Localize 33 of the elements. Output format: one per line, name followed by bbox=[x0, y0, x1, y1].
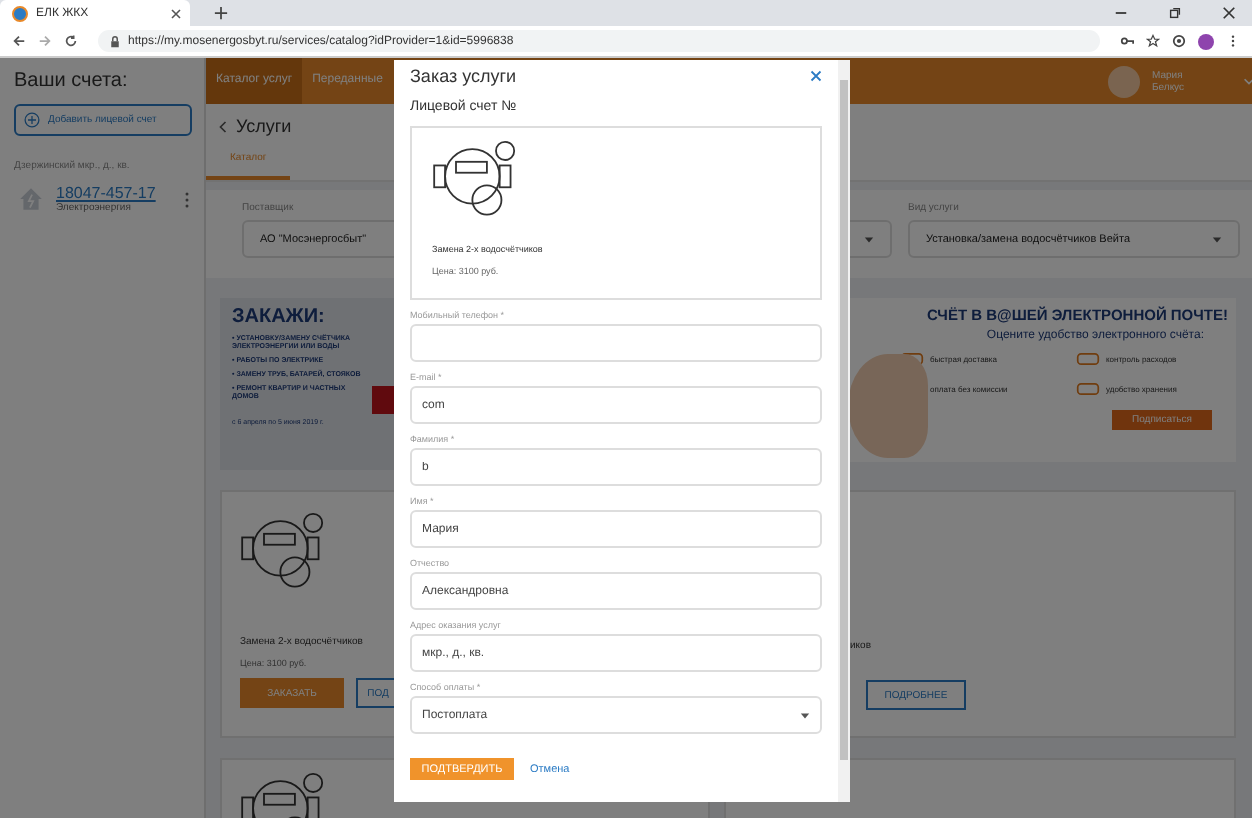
sidebar-title: Ваши счета: bbox=[14, 70, 130, 92]
menu-icon[interactable] bbox=[1226, 34, 1240, 48]
promo-title: ЗАКАЖИ: bbox=[232, 306, 325, 328]
close-tab-icon[interactable] bbox=[170, 7, 182, 19]
extension-icon[interactable] bbox=[1172, 34, 1186, 48]
reload-icon[interactable] bbox=[64, 34, 78, 48]
scrollbar[interactable] bbox=[838, 60, 850, 802]
lock-icon bbox=[110, 35, 120, 47]
dialog-title: Заказ услуги bbox=[410, 66, 517, 86]
key-icon[interactable] bbox=[1120, 34, 1134, 48]
restore-icon[interactable] bbox=[1168, 6, 1182, 20]
favicon-icon bbox=[12, 5, 28, 21]
water-meter-drawing bbox=[432, 140, 520, 220]
close-window-icon[interactable] bbox=[1222, 6, 1236, 20]
caret-icon bbox=[864, 235, 874, 243]
profile-avatar-icon[interactable] bbox=[1198, 33, 1214, 49]
feature-icon bbox=[1076, 380, 1100, 398]
back-icon[interactable] bbox=[12, 34, 26, 48]
close-icon[interactable] bbox=[810, 70, 822, 82]
caret-icon bbox=[800, 711, 810, 719]
plus-circle-icon bbox=[24, 112, 40, 128]
new-tab-icon[interactable] bbox=[214, 6, 228, 20]
feature-icon bbox=[900, 350, 924, 368]
hand-illustration bbox=[848, 354, 928, 458]
caret-icon bbox=[1212, 235, 1222, 243]
page-title: Услуги bbox=[236, 116, 292, 136]
feature-icon bbox=[1076, 350, 1100, 368]
account-number-link[interactable]: 18047-457-17 bbox=[56, 184, 172, 202]
water-meter-drawing bbox=[240, 512, 328, 592]
minimize-icon[interactable] bbox=[1114, 6, 1128, 20]
house-icon bbox=[18, 186, 44, 212]
input-field[interactable] bbox=[410, 324, 822, 362]
star-icon[interactable] bbox=[1146, 34, 1160, 48]
